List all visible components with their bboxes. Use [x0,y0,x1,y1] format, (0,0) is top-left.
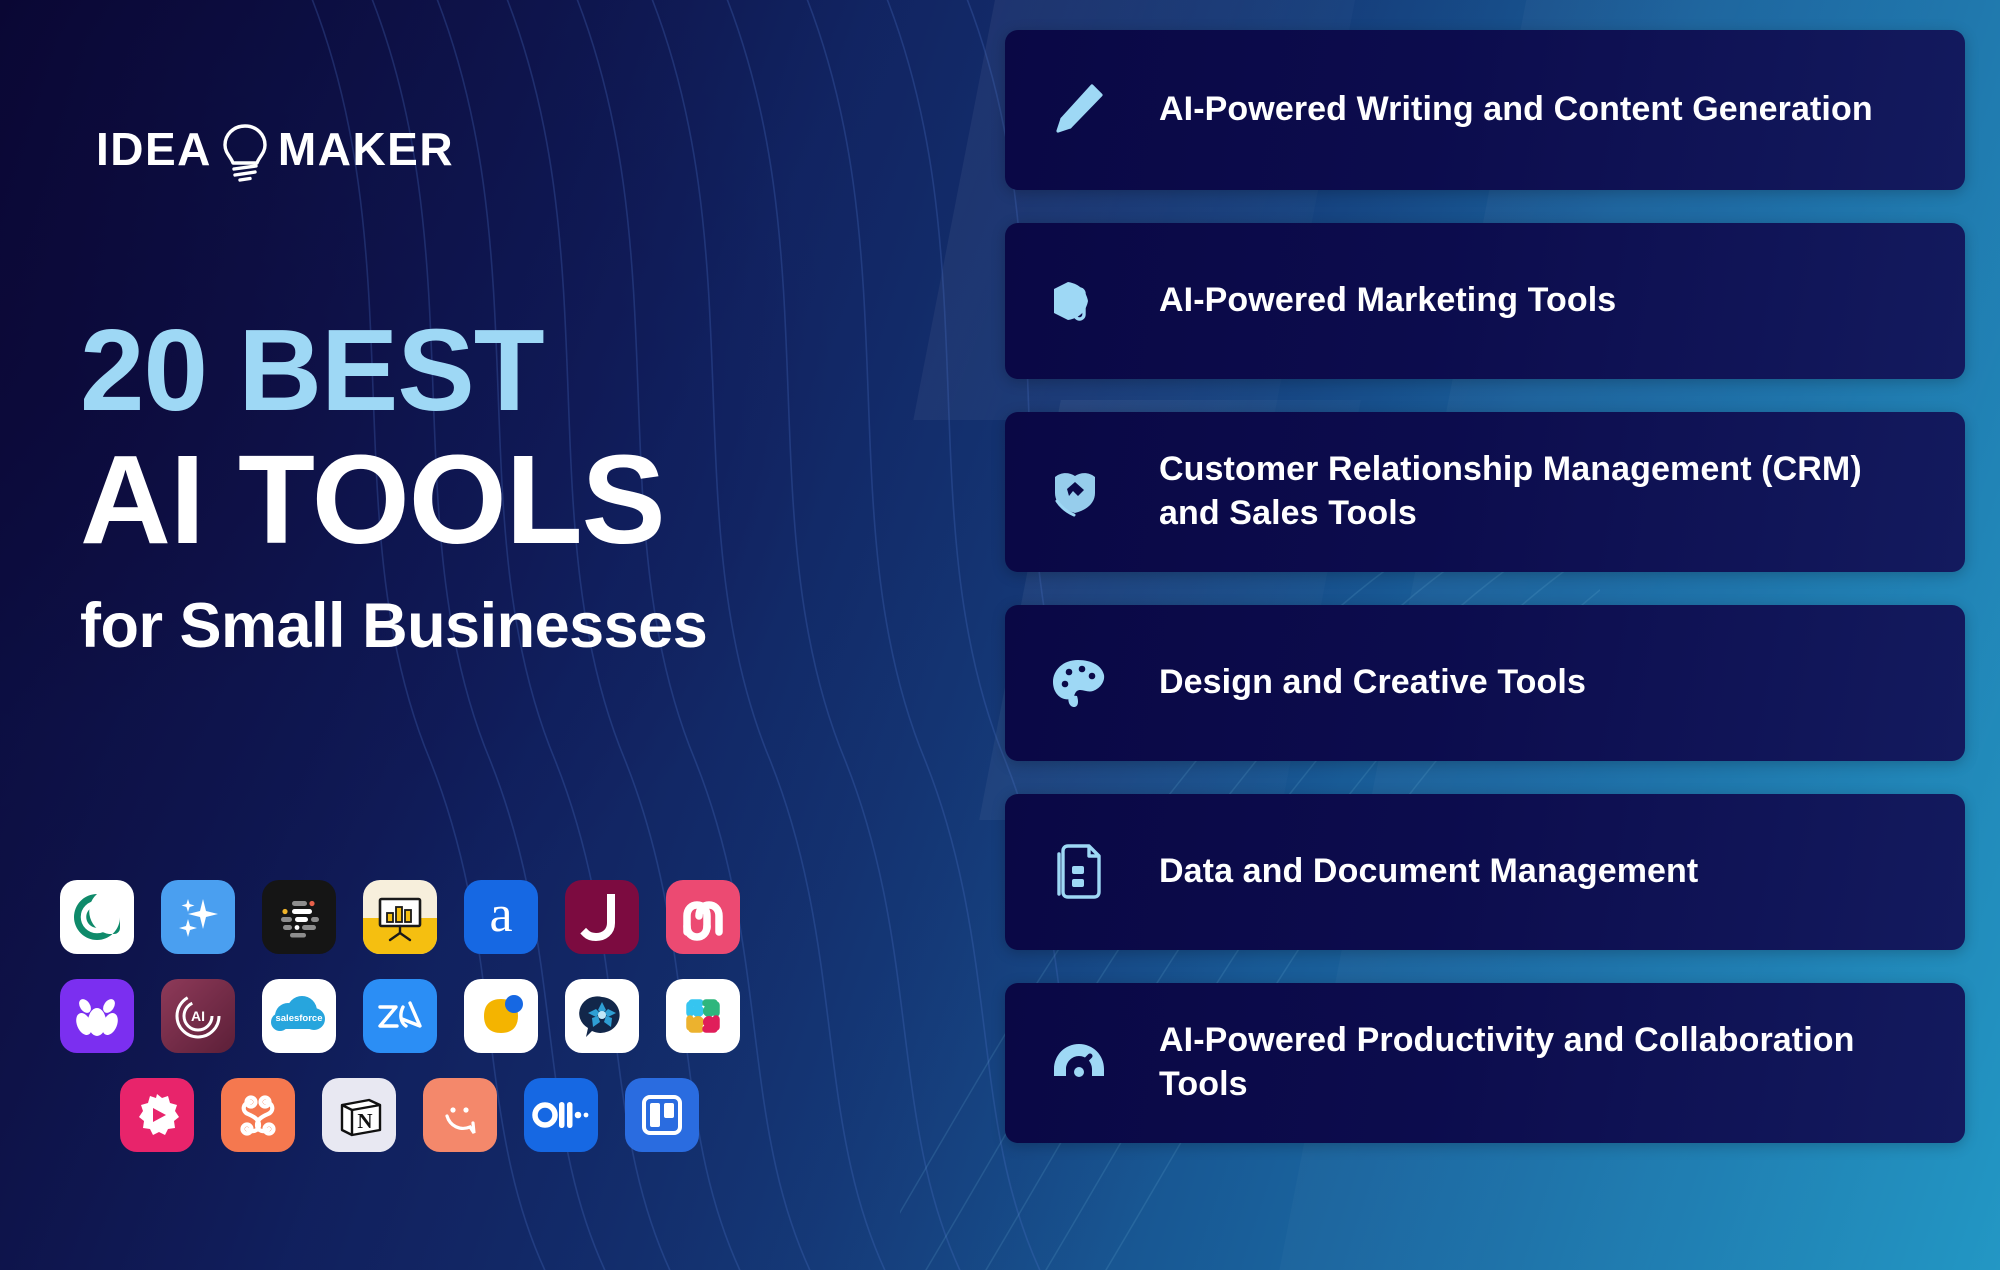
clockwise-logo[interactable] [464,979,538,1053]
tool-logo-row-3: N [60,1078,940,1152]
brand-name-right: MAKER [277,123,455,175]
category-card-list: AI-Powered Writing and Content Generatio… [1005,30,1965,1176]
category-card-3[interactable]: Customer Relationship Management (CRM) a… [1005,412,1965,572]
category-label-2: AI-Powered Marketing Tools [1159,281,1617,320]
zia-zoho-logo[interactable] [363,979,437,1053]
category-label-3: Customer Relationship Management (CRM) a… [1159,450,1862,532]
tool-logo-row-2: AI salesforce [60,979,940,1053]
salesforce-logo[interactable]: salesforce [262,979,336,1053]
category-label-6: AI-Powered Productivity and Collaboratio… [1159,1021,1855,1103]
brand-logo[interactable]: IDEA MAKER [96,118,455,183]
category-card-5[interactable]: Data and Document Management [1005,794,1965,950]
ai-circle-logo[interactable]: AI [161,979,235,1053]
category-card-6[interactable]: AI-Powered Productivity and Collaboratio… [1005,983,1965,1143]
notion-logo[interactable]: N [322,1078,396,1152]
category-label-4: Design and Creative Tools [1159,663,1586,702]
category-label-5: Data and Document Management [1159,852,1699,891]
headline-line-1: 20 BEST [80,305,545,435]
trello-logo[interactable] [625,1078,699,1152]
svg-text:salesforce: salesforce [275,1013,322,1024]
brand-name-left: IDEA [96,123,212,175]
invideo-logo[interactable] [120,1078,194,1152]
lightbulb-icon [218,121,272,183]
documents-icon [1043,836,1115,908]
tool-logo-grid: a AI salesforce N [60,880,940,1177]
svg-text:AI: AI [191,1008,205,1024]
speedometer-icon [1043,1027,1115,1099]
headline-block: 20 BEST AI TOOLS for Small Businesses [80,312,900,662]
sparkles-logo[interactable] [161,880,235,954]
handshake-icon [1043,456,1115,528]
tool-logo-row-1: a [60,880,940,954]
infographic-stage: IDEA MAKER 20 BEST AI TOOLS for Small Bu… [0,0,2000,1270]
sembly-logo[interactable] [221,1078,295,1152]
pencil-icon [1043,74,1115,146]
chat-flower-logo[interactable] [565,979,639,1053]
smiley-chat-logo[interactable] [423,1078,497,1152]
slack-like-logo[interactable] [666,979,740,1053]
headline-line-3: for Small Businesses [80,591,708,662]
category-label-1: AI-Powered Writing and Content Generatio… [1159,90,1873,129]
lotus-logo[interactable] [60,979,134,1053]
jasper-chat-logo[interactable] [262,880,336,954]
mailchimp-m-logo[interactable] [666,880,740,954]
category-card-1[interactable]: AI-Powered Writing and Content Generatio… [1005,30,1965,190]
headline-line-2: AI TOOLS [80,429,666,570]
category-card-2[interactable]: AI-Powered Marketing Tools [1005,223,1965,379]
presentation-logo[interactable] [363,880,437,954]
jasper-logo[interactable] [565,880,639,954]
megaphone-icon [1043,265,1115,337]
palette-icon [1043,647,1115,719]
otter-ai-logo[interactable] [524,1078,598,1152]
left-panel: IDEA MAKER 20 BEST AI TOOLS for Small Bu… [0,0,1000,1270]
category-card-4[interactable]: Design and Creative Tools [1005,605,1965,761]
grammarly-logo[interactable] [60,880,134,954]
svg-text:N: N [357,1109,372,1133]
anyword-logo[interactable]: a [464,880,538,954]
